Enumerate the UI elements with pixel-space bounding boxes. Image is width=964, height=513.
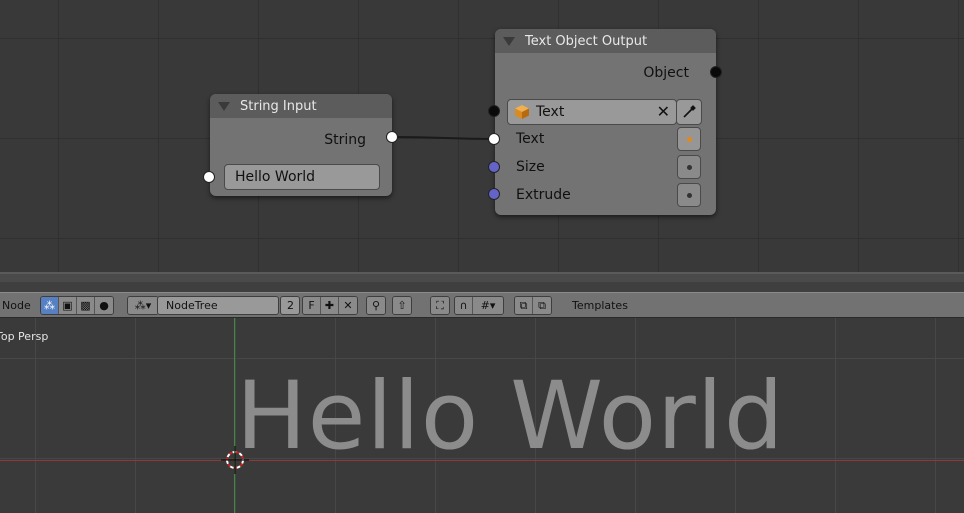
object-output-socket[interactable] [710, 66, 722, 78]
object-input-socket[interactable] [488, 105, 500, 117]
copy-icon[interactable]: ⧉ [515, 297, 533, 314]
pin-group[interactable]: ⚲ [366, 296, 386, 315]
text-input-label: Text [516, 131, 545, 147]
collapse-triangle-icon[interactable] [503, 36, 515, 46]
add-new-icon[interactable]: ✚ [321, 297, 339, 314]
extrude-input-toggle[interactable] [677, 183, 701, 207]
unlink-icon[interactable]: ✕ [339, 297, 357, 314]
size-input-toggle[interactable] [677, 155, 701, 179]
node-editor-header: Node ⁂ ▣ ▩ ● ⁂▾ NodeTree 2 F ✚ ✕ ⚲ ⇧ ⛶ ∩… [0, 292, 964, 318]
3d-cursor-icon[interactable] [218, 444, 252, 478]
string-output-label: String [324, 132, 366, 148]
text-object-output-node[interactable]: Text Object Output Object Text ✕ Text Si… [488, 29, 722, 215]
tree-type-selector[interactable]: ⁂ ▣ ▩ ● [40, 296, 114, 315]
object-name: Text [536, 104, 565, 120]
copy-paste-group[interactable]: ⧉ ⧉ [514, 296, 552, 315]
snap-group[interactable]: ∩ #▾ [454, 296, 504, 315]
text-output-node-header[interactable]: Text Object Output [495, 29, 716, 53]
node-title: String Input [240, 98, 317, 114]
clear-x-icon[interactable]: ✕ [657, 102, 670, 121]
pin-icon[interactable]: ⚲ [367, 297, 385, 314]
texture-tree-icon[interactable]: ▩ [77, 297, 95, 314]
paste-icon[interactable]: ⧉ [533, 297, 551, 314]
node-tree-name-field[interactable]: NodeTree [157, 296, 279, 315]
snap-grid-icon[interactable]: #▾ [473, 297, 503, 314]
string-value-field[interactable]: Hello World [224, 164, 380, 190]
backdrop-group[interactable]: ⛶ [430, 296, 450, 315]
text-input-socket[interactable] [488, 133, 500, 145]
templates-menu[interactable]: Templates [572, 299, 628, 312]
node-tree-browse-icon[interactable]: ⁂▾ [128, 297, 158, 314]
object-output-label: Object [643, 65, 689, 81]
extrude-input-socket[interactable] [488, 188, 500, 200]
users-count[interactable]: 2 [280, 296, 300, 315]
node-title: Text Object Output [525, 33, 648, 49]
object-selector-field[interactable]: Text ✕ [507, 99, 677, 125]
y-axis-line [234, 318, 235, 513]
compositor-tree-icon[interactable]: ▣ [59, 297, 77, 314]
node-link [391, 136, 495, 140]
eyedropper-icon [683, 105, 696, 118]
string-input-node[interactable]: String Input String Hello World [203, 94, 398, 196]
size-input-socket[interactable] [488, 161, 500, 173]
area-splitter[interactable] [0, 272, 964, 292]
collapse-triangle-icon[interactable] [218, 101, 230, 111]
3d-viewport[interactable]: Top Persp Hello World [0, 318, 964, 513]
cube-icon [515, 105, 529, 119]
view-label: Top Persp [0, 330, 49, 343]
node-editor-canvas[interactable]: String Input String Hello World Text Obj… [0, 0, 964, 272]
editor-label[interactable]: Node [2, 299, 31, 312]
string-input-socket[interactable] [203, 171, 215, 183]
text-object-3d[interactable]: Hello World [236, 370, 785, 464]
node-tree-browse[interactable]: ⁂▾ [127, 296, 159, 315]
text-input-toggle[interactable] [677, 127, 701, 151]
extrude-input-label: Extrude [516, 187, 571, 203]
animation-nodes-icon[interactable]: ● [95, 297, 113, 314]
fake-user-button[interactable]: F [303, 297, 321, 314]
backdrop-icon[interactable]: ⛶ [431, 297, 449, 314]
snap-magnet-icon[interactable]: ∩ [455, 297, 473, 314]
string-output-socket[interactable] [386, 131, 398, 143]
size-input-label: Size [516, 159, 545, 175]
parent-tree-group[interactable]: ⇧ [392, 296, 412, 315]
string-input-node-header[interactable]: String Input [210, 94, 392, 118]
go-to-parent-icon[interactable]: ⇧ [393, 297, 411, 314]
shader-tree-icon[interactable]: ⁂ [41, 297, 59, 314]
datablock-buttons[interactable]: F ✚ ✕ [302, 296, 358, 315]
eyedropper-button[interactable] [676, 99, 702, 125]
